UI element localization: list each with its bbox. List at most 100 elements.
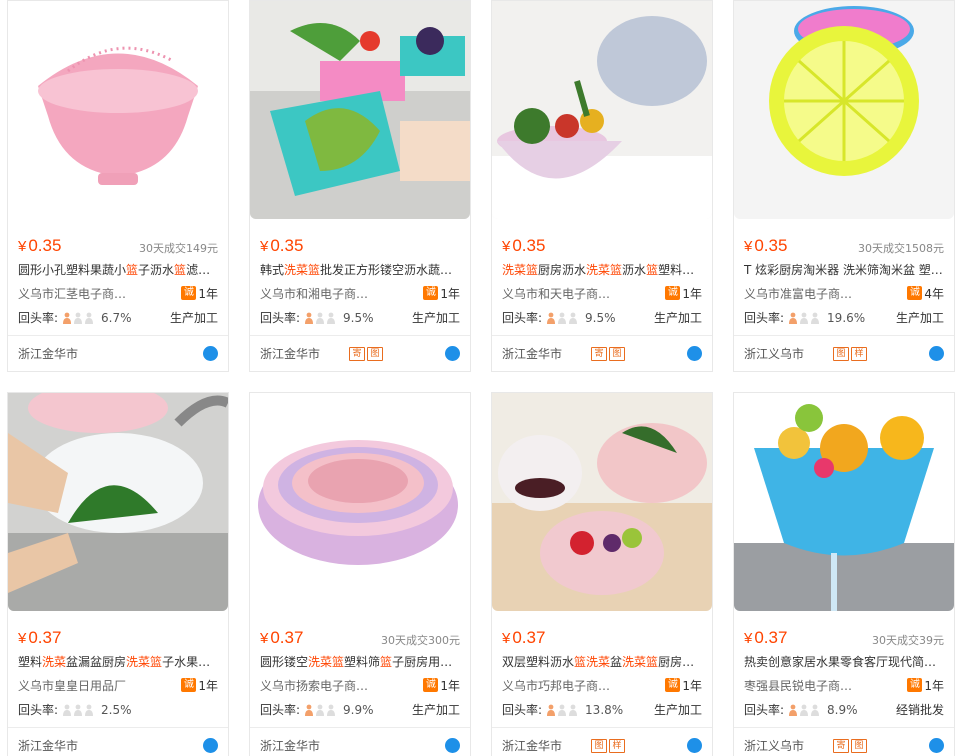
product-price: ¥0.35 (744, 236, 788, 255)
product-card[interactable]: ¥0.37 30天成交300元圆形镂空洗菜篮塑料筛篮子厨房用… 义乌市扬索电子商… 诚… (249, 392, 471, 756)
location: 浙江金华市 (18, 347, 79, 361)
product-card[interactable]: ¥0.37 30天成交39元 热卖创意家居水果零食客厅现代简… 枣强县民锐电子商… 诚 1… (733, 392, 955, 756)
repeat-rate: 回头率: 19.6% (744, 310, 866, 325)
repeat-buyer-figure-icon (788, 312, 821, 324)
service-tag: 图 (833, 346, 849, 361)
product-grid: ¥0.35 30天成交149元圆形小孔塑料果蔬小篮子沥水篮滤… 义乌市汇茎电子商… 诚… (0, 0, 955, 756)
product-title[interactable]: 韩式洗菜篮批发正方形镂空沥水蔬… (250, 259, 470, 281)
business-type: 生产加工 (411, 702, 460, 717)
cheng-xin-badge: 诚 1年 (423, 677, 460, 694)
cheng-xin-icon: 诚 (907, 678, 923, 692)
business-type: 生产加工 (653, 702, 702, 717)
product-title[interactable]: 圆形小孔塑料果蔬小篮子沥水篮滤… (8, 259, 228, 281)
product-title[interactable]: 热卖创意家居水果零食客厅现代简… (734, 651, 954, 673)
cheng-xin-icon: 诚 (181, 286, 197, 300)
product-price: ¥0.37 (260, 628, 304, 647)
product-price: ¥0.35 (18, 236, 62, 255)
wangwang-chat-icon[interactable] (445, 738, 460, 753)
product-image[interactable] (492, 1, 712, 219)
product-card[interactable]: ¥0.37 双层塑料沥水篮洗菜盆洗菜篮厨房… 义乌市巧邦电子商… 诚 1年回头率: 13.… (491, 392, 713, 756)
shop-name[interactable]: 义乌市皇皇日用品厂 (18, 677, 126, 694)
deal-volume: 30天成交1508元 (858, 242, 944, 255)
wangwang-chat-icon[interactable] (687, 738, 702, 753)
product-title[interactable]: 塑料洗菜盆漏盆厨房洗菜篮子水果… (8, 651, 228, 673)
wangwang-chat-icon[interactable] (203, 346, 218, 361)
shop-name[interactable]: 义乌市汇茎电子商… (18, 285, 126, 302)
service-tag: 图 (609, 346, 625, 361)
shop-name[interactable]: 义乌市准富电子商… (744, 285, 852, 302)
product-price: ¥0.35 (502, 236, 546, 255)
business-type: 生产加工 (169, 310, 218, 325)
shop-name[interactable]: 义乌市扬索电子商… (260, 677, 368, 694)
repeat-rate: 回头率: 9.5% (260, 310, 374, 325)
repeat-buyer-figure-icon (304, 704, 337, 716)
cheng-xin-icon: 诚 (181, 678, 197, 692)
product-image[interactable] (8, 1, 228, 219)
product-title[interactable]: 双层塑料沥水篮洗菜盆洗菜篮厨房… (492, 651, 712, 673)
business-type: 生产加工 (411, 310, 460, 325)
service-tag: 样 (609, 738, 625, 753)
location: 浙江金华市 (260, 347, 321, 361)
wangwang-chat-icon[interactable] (929, 346, 944, 361)
product-image[interactable] (250, 393, 470, 611)
service-tag: 图 (591, 738, 607, 753)
product-title[interactable]: 洗菜篮厨房沥水洗菜篮沥水篮塑料… (492, 259, 712, 281)
product-title[interactable]: 圆形镂空洗菜篮塑料筛篮子厨房用… (250, 651, 470, 673)
wangwang-chat-icon[interactable] (203, 738, 218, 753)
shop-name[interactable]: 义乌市和天电子商… (502, 285, 610, 302)
repeat-buyer-figure-icon (788, 704, 821, 716)
repeat-buyer-figure-icon (546, 312, 579, 324)
product-price: ¥0.35 (260, 236, 304, 255)
repeat-rate: 回头率: 9.5% (502, 310, 616, 325)
repeat-rate: 回头率: 6.7% (18, 310, 132, 325)
location: 浙江金华市 (260, 739, 321, 753)
location: 浙江金华市 (502, 739, 563, 753)
product-image[interactable] (734, 1, 954, 219)
product-image[interactable] (492, 393, 712, 611)
location: 浙江金华市 (18, 739, 79, 753)
shop-name[interactable]: 义乌市和湘电子商… (260, 285, 368, 302)
deal-volume: 30天成交39元 (872, 634, 944, 647)
cheng-xin-badge: 诚 1年 (665, 677, 702, 694)
cheng-xin-icon: 诚 (423, 678, 439, 692)
business-type: 经销批发 (895, 702, 944, 717)
repeat-rate: 回头率: 8.9% (744, 702, 858, 717)
product-card[interactable]: ¥0.37 塑料洗菜盆漏盆厨房洗菜篮子水果… 义乌市皇皇日用品厂 诚 1年回头率: 2.5… (7, 392, 229, 756)
repeat-rate: 回头率: 13.8% (502, 702, 624, 717)
wangwang-chat-icon[interactable] (445, 346, 460, 361)
deal-volume: 30天成交300元 (381, 634, 460, 647)
repeat-buyer-figure-icon (62, 704, 95, 716)
repeat-rate: 回头率: 2.5% (18, 702, 132, 717)
service-tag: 寄 (591, 346, 607, 361)
service-tag: 图 (851, 738, 867, 753)
service-tag: 样 (851, 346, 867, 361)
deal-volume: 30天成交149元 (139, 242, 218, 255)
product-image[interactable] (250, 1, 470, 219)
product-image[interactable] (734, 393, 954, 611)
cheng-xin-badge: 诚 1年 (665, 285, 702, 302)
service-tag: 图 (367, 346, 383, 361)
cheng-xin-badge: 诚 1年 (423, 285, 460, 302)
location: 浙江义乌市 (744, 739, 805, 753)
location: 浙江义乌市 (744, 347, 805, 361)
product-price: ¥0.37 (744, 628, 788, 647)
product-title[interactable]: T 炫彩厨房淘米器 洗米筛淘米盆 塑… (734, 259, 954, 281)
repeat-buyer-figure-icon (62, 312, 95, 324)
cheng-xin-badge: 诚 1年 (181, 677, 218, 694)
cheng-xin-icon: 诚 (665, 678, 681, 692)
repeat-rate: 回头率: 9.9% (260, 702, 374, 717)
product-card[interactable]: ¥0.35 洗菜篮厨房沥水洗菜篮沥水篮塑料… 义乌市和天电子商… 诚 1年回头率: 9.5… (491, 0, 713, 372)
wangwang-chat-icon[interactable] (687, 346, 702, 361)
cheng-xin-icon: 诚 (423, 286, 439, 300)
product-card[interactable]: ¥0.35 30天成交149元圆形小孔塑料果蔬小篮子沥水篮滤… 义乌市汇茎电子商… 诚… (7, 0, 229, 372)
shop-name[interactable]: 义乌市巧邦电子商… (502, 677, 610, 694)
product-card[interactable]: ¥0.35 韩式洗菜篮批发正方形镂空沥水蔬… 义乌市和湘电子商… 诚 1年回头率: 9.5… (249, 0, 471, 372)
product-card[interactable]: ¥0.35 30天成交1508元 T 炫彩厨房淘米器 洗米筛淘米盆 塑… 义乌市准富电… (733, 0, 955, 372)
wangwang-chat-icon[interactable] (929, 738, 944, 753)
product-price: ¥0.37 (18, 628, 62, 647)
shop-name[interactable]: 枣强县民锐电子商… (744, 677, 852, 694)
service-tag: 寄 (349, 346, 365, 361)
repeat-buyer-figure-icon (304, 312, 337, 324)
product-price: ¥0.37 (502, 628, 546, 647)
product-image[interactable] (8, 393, 228, 611)
